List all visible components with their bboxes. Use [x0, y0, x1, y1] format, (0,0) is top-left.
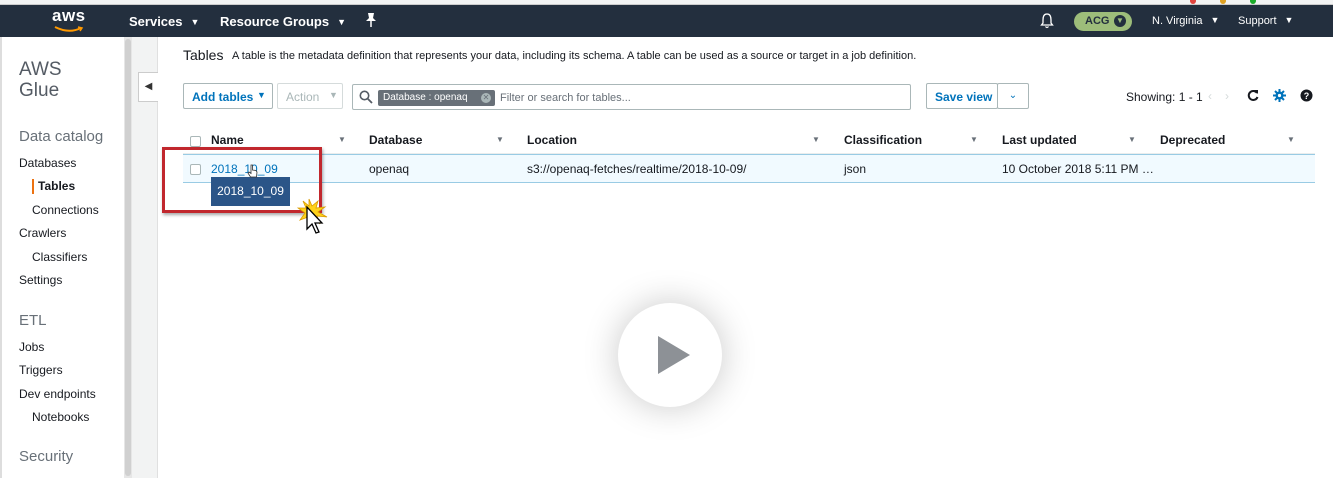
- account-badge-label: ACG: [1085, 15, 1110, 27]
- sidebar-title-aws: AWS: [19, 59, 62, 80]
- sidebar-item-triggers[interactable]: Triggers: [19, 363, 63, 377]
- save-view-dropdown[interactable]: ⌄: [997, 83, 1029, 109]
- sort-caret-icon[interactable]: ▼: [1287, 135, 1295, 144]
- active-indicator: [32, 179, 34, 194]
- settings-gear-icon[interactable]: [1273, 89, 1286, 102]
- search-icon: [359, 90, 373, 104]
- sidebar-section-etl: ETL: [19, 312, 47, 329]
- pin-icon[interactable]: [364, 11, 378, 29]
- services-menu[interactable]: Services ▼: [129, 14, 199, 29]
- sort-caret-icon[interactable]: ▼: [496, 135, 504, 144]
- aws-smile-icon: [54, 26, 84, 32]
- sidebar-item-settings[interactable]: Settings: [19, 273, 62, 287]
- filter-token-label: Database : openaq: [383, 92, 468, 103]
- column-header-classification[interactable]: Classification: [844, 133, 922, 147]
- support-menu[interactable]: Support ▼: [1238, 15, 1293, 27]
- search-input[interactable]: Database : openaq ✕ Filter or search for…: [352, 84, 911, 110]
- chevron-down-icon: ▼: [1114, 15, 1126, 27]
- action-label: Action: [286, 90, 320, 104]
- cell-last-updated: 10 October 2018 5:11 PM …: [1002, 162, 1154, 176]
- page-description: A table is the metadata definition that …: [232, 50, 917, 62]
- sidebar-title-glue: Glue: [19, 80, 60, 101]
- support-label: Support: [1238, 15, 1277, 27]
- column-header-location[interactable]: Location: [527, 133, 577, 147]
- window-minimize-dot[interactable]: [1220, 0, 1226, 4]
- column-header-database[interactable]: Database: [369, 133, 422, 147]
- sidebar-section-data-catalog: Data catalog: [19, 128, 104, 145]
- chevron-down-icon: ⌄: [1008, 90, 1018, 101]
- search-placeholder: Filter or search for tables...: [500, 92, 631, 104]
- save-view-button[interactable]: Save view: [926, 83, 998, 109]
- aws-logo-text: aws: [52, 6, 86, 25]
- filter-token[interactable]: Database : openaq ✕: [378, 90, 495, 106]
- services-label: Services: [129, 14, 183, 29]
- video-play-button[interactable]: [618, 303, 722, 407]
- add-tables-label: Add tables: [192, 90, 254, 104]
- action-button[interactable]: Action ▼: [277, 83, 343, 109]
- window-maximize-dot[interactable]: [1250, 0, 1256, 4]
- svg-text:?: ?: [1304, 91, 1310, 101]
- chevron-down-icon: ▼: [337, 17, 347, 27]
- add-tables-button[interactable]: Add tables ▼: [183, 83, 273, 109]
- aws-top-navbar: aws Services ▼ Resource Groups ▼ ACG ▼ N. …: [0, 5, 1333, 37]
- region-label: N. Virginia: [1152, 15, 1203, 27]
- window-close-dot[interactable]: [1190, 0, 1196, 4]
- sidebar-item-tables[interactable]: Tables: [38, 179, 75, 193]
- remove-token-icon[interactable]: ✕: [481, 93, 491, 103]
- cell-database: openaq: [369, 162, 410, 176]
- sort-caret-icon[interactable]: ▼: [812, 135, 820, 144]
- mouse-cursor-icon: [306, 205, 324, 234]
- caret-down-icon: ▼: [329, 90, 338, 100]
- previous-page-icon[interactable]: ‹: [1208, 89, 1212, 103]
- sidebar-item-databases[interactable]: Databases: [19, 156, 76, 170]
- column-header-deprecated[interactable]: Deprecated: [1160, 133, 1225, 147]
- select-all-checkbox[interactable]: [190, 136, 201, 147]
- help-icon[interactable]: ?: [1300, 89, 1313, 102]
- pagination-count: Showing: 1 - 1: [1126, 90, 1203, 104]
- cell-classification: json: [844, 162, 867, 176]
- next-page-icon[interactable]: ›: [1225, 89, 1229, 103]
- sidebar-item-dev-endpoints[interactable]: Dev endpoints: [19, 387, 96, 401]
- sidebar-section-security: Security: [19, 448, 74, 465]
- sidebar-item-notebooks[interactable]: Notebooks: [32, 410, 89, 424]
- caret-left-icon: ◀: [144, 81, 153, 92]
- sidebar-item-crawlers[interactable]: Crawlers: [19, 226, 66, 240]
- resource-groups-menu[interactable]: Resource Groups ▼: [220, 14, 346, 29]
- sidebar-item-jobs[interactable]: Jobs: [19, 340, 44, 354]
- chevron-down-icon: ▼: [190, 17, 200, 27]
- sidebar-service-title: AWS Glue: [19, 59, 62, 101]
- cell-location: s3://openaq-fetches/realtime/2018-10-09/: [527, 162, 747, 176]
- caret-down-icon: ▼: [257, 90, 266, 100]
- region-menu[interactable]: N. Virginia ▼: [1152, 15, 1219, 27]
- sidebar-item-classifiers[interactable]: Classifiers: [32, 250, 87, 264]
- sort-caret-icon[interactable]: ▼: [970, 135, 978, 144]
- chevron-down-icon: ▼: [1210, 15, 1220, 25]
- aws-logo[interactable]: aws: [50, 6, 90, 36]
- play-icon: [658, 336, 690, 374]
- sort-caret-icon[interactable]: ▼: [338, 135, 346, 144]
- account-badge[interactable]: ACG ▼: [1074, 12, 1132, 31]
- sidebar-item-connections[interactable]: Connections: [32, 203, 99, 217]
- collapse-sidebar-button[interactable]: ◀: [138, 72, 158, 102]
- column-header-name[interactable]: Name: [211, 133, 244, 147]
- page-title: Tables: [183, 47, 224, 63]
- refresh-icon[interactable]: [1247, 89, 1259, 102]
- sidebar-scrollbar[interactable]: [124, 37, 132, 478]
- glue-sidebar: AWS Glue Data catalog Databases Tables C…: [0, 37, 124, 478]
- sort-caret-icon[interactable]: ▼: [1128, 135, 1136, 144]
- resource-groups-label: Resource Groups: [220, 14, 330, 29]
- bell-icon[interactable]: [1040, 12, 1054, 29]
- column-header-last-updated[interactable]: Last updated: [1002, 133, 1077, 147]
- scrollbar-thumb[interactable]: [125, 39, 131, 476]
- save-view-label: Save view: [935, 90, 993, 104]
- sidebar-collapse-strip: [132, 37, 158, 478]
- chevron-down-icon: ▼: [1284, 15, 1294, 25]
